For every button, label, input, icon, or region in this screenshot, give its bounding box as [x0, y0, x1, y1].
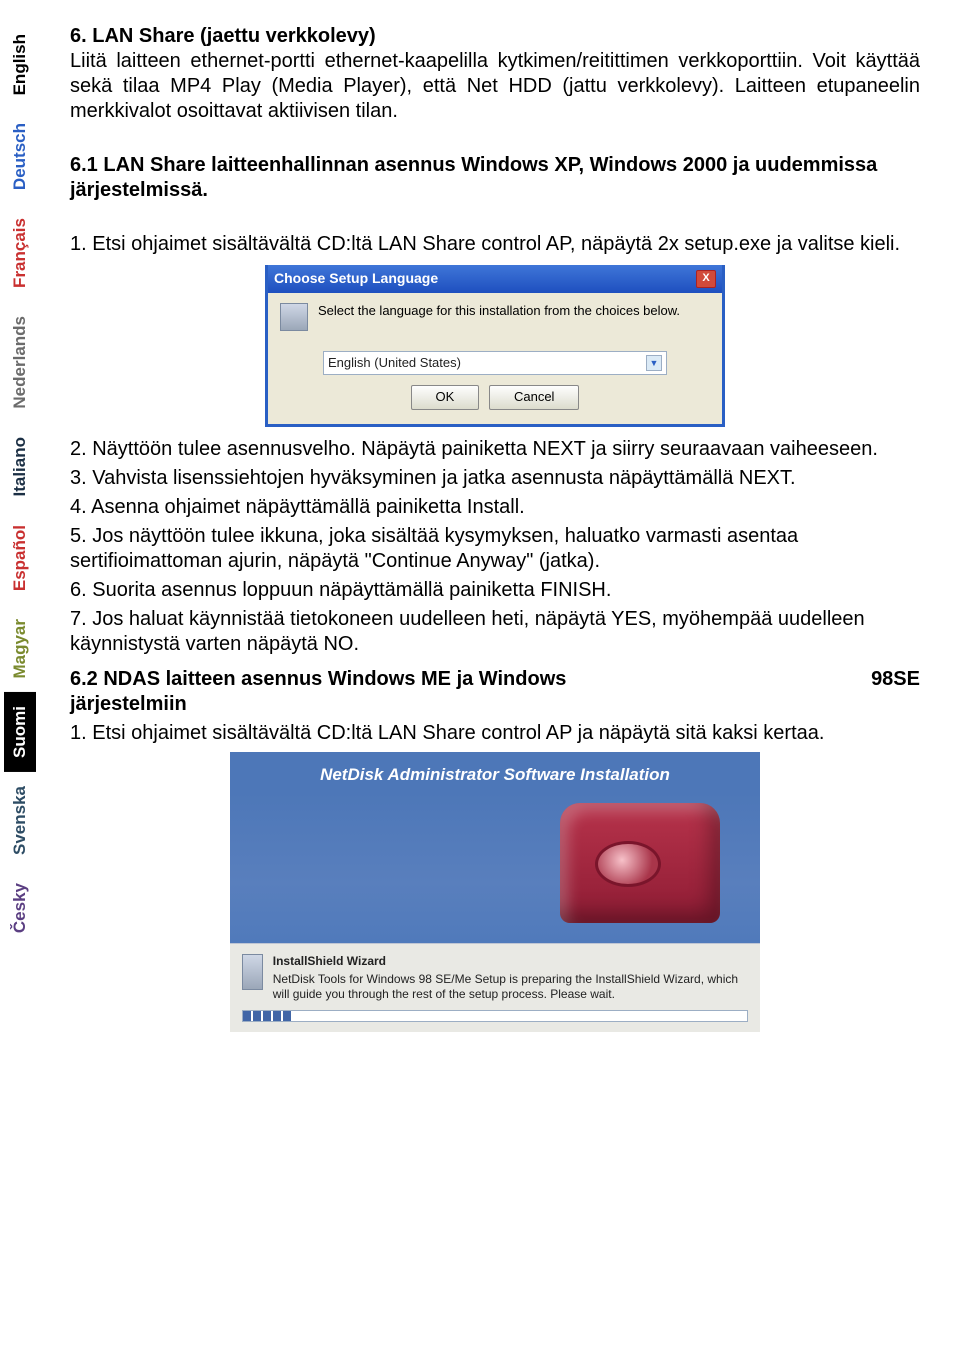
installer-panel-title: InstallShield Wizard: [273, 954, 748, 969]
device-illustration: [560, 803, 720, 923]
step-5: 5. Jos näyttöön tulee ikkuna, joka sisäl…: [70, 524, 920, 574]
installer-panel-text: NetDisk Tools for Windows 98 SE/Me Setup…: [273, 972, 748, 1002]
step-4: 4. Asenna ohjaimet näpäyttämällä painike…: [70, 495, 920, 520]
lang-tab-suomi[interactable]: Suomi: [4, 692, 36, 772]
lang-tab-svenska[interactable]: Svenska: [8, 772, 32, 869]
setup-icon: [280, 303, 308, 331]
lang-tab-nederlands[interactable]: Nederlands: [8, 302, 32, 423]
ok-button[interactable]: OK: [411, 385, 480, 409]
lang-tab-magyar[interactable]: Magyar: [8, 605, 32, 693]
lang-tab-deutsch[interactable]: Deutsch: [8, 109, 32, 204]
choose-language-dialog: Choose Setup Language X Select the langu…: [265, 265, 725, 427]
section-6-paragraph: Liitä laitteen ethernet-portti ethernet-…: [70, 49, 920, 124]
step-1: 1. Etsi ohjaimet sisältävältä CD:ltä LAN…: [70, 232, 920, 257]
heading-section-6-2-cont: järjestelmiin: [70, 692, 920, 717]
lang-tab-espanol[interactable]: Español: [8, 511, 32, 605]
cancel-button[interactable]: Cancel: [489, 385, 579, 409]
heading-section-6-2: 6.2 NDAS laitteen asennus Windows ME ja …: [70, 667, 920, 692]
installer-title: NetDisk Administrator Software Installat…: [230, 752, 760, 793]
heading-section-6-1: 6.1 LAN Share laitteenhallinnan asennus …: [70, 153, 920, 203]
close-icon[interactable]: X: [696, 270, 716, 288]
language-select[interactable]: English (United States) ▼: [323, 351, 667, 375]
lang-tab-cesky[interactable]: Česky: [8, 869, 32, 947]
step-62-1: 1. Etsi ohjaimet sisältävältä CD:ltä LAN…: [70, 721, 920, 746]
dialog-text: Select the language for this installatio…: [318, 303, 680, 319]
lang-tab-francais[interactable]: Français: [8, 204, 32, 302]
step-2: 2. Näyttöön tulee asennusvelho. Näpäytä …: [70, 437, 920, 462]
content-area: 6. LAN Share (jaettu verkkolevy) Liitä l…: [40, 0, 960, 1056]
language-select-value: English (United States): [328, 355, 461, 371]
installshield-icon: [242, 954, 263, 990]
lang-tab-english[interactable]: English: [8, 20, 32, 109]
language-sidebar: English Deutsch Français Nederlands Ital…: [0, 0, 40, 1056]
netdisk-installer: NetDisk Administrator Software Installat…: [230, 752, 760, 1032]
dialog-title: Choose Setup Language: [274, 270, 438, 288]
chevron-down-icon[interactable]: ▼: [646, 355, 662, 371]
progress-bar: [242, 1010, 748, 1022]
progress-fill: [243, 1011, 293, 1021]
lang-tab-italiano[interactable]: Italiano: [8, 423, 32, 511]
step-6: 6. Suorita asennus loppuun näpäyttämällä…: [70, 578, 920, 603]
heading-section-6: 6. LAN Share (jaettu verkkolevy): [70, 24, 920, 49]
step-7: 7. Jos haluat käynnistää tietokoneen uud…: [70, 607, 920, 657]
step-3: 3. Vahvista lisenssiehtojen hyväksyminen…: [70, 466, 920, 491]
